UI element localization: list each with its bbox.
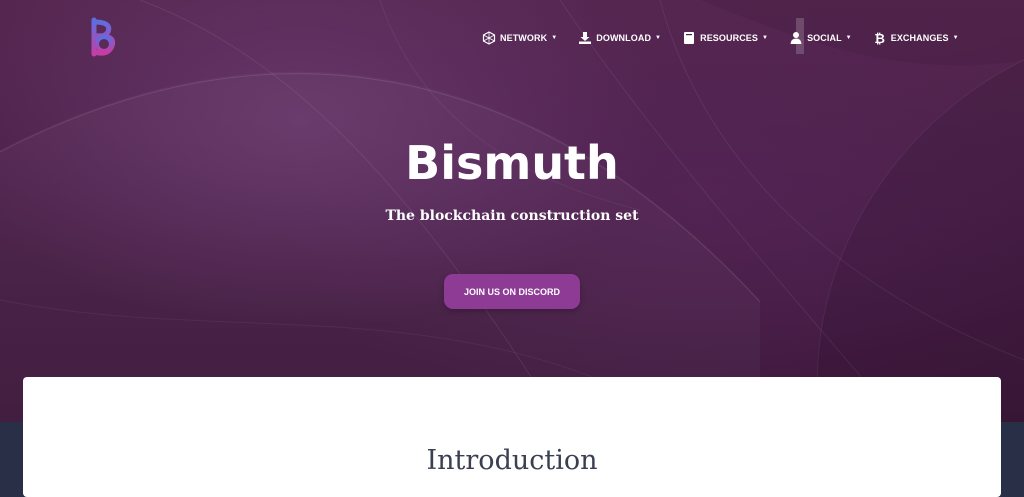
nav-download-label: DOWNLOAD [596, 33, 652, 43]
chevron-down-icon: ▼ [762, 35, 769, 41]
nav-social-label: SOCIAL [807, 33, 842, 43]
chevron-down-icon: ▼ [655, 35, 662, 41]
bismuth-logo-icon[interactable] [86, 16, 122, 60]
network-icon [482, 31, 496, 45]
hero-section: NETWORK ▼ DOWNLOAD ▼ RESOURCES ▼ SOCIAL … [0, 0, 1024, 422]
content-card: Introduction [23, 377, 1001, 497]
nav-network-label: NETWORK [500, 33, 548, 43]
book-icon [682, 31, 696, 45]
main-nav: NETWORK ▼ DOWNLOAD ▼ RESOURCES ▼ SOCIAL … [482, 28, 980, 48]
nav-exchanges-label: EXCHANGES [890, 33, 949, 43]
nav-social[interactable]: SOCIAL ▼ [789, 31, 852, 45]
download-icon [578, 31, 592, 45]
nav-resources[interactable]: RESOURCES ▼ [682, 31, 768, 45]
nav-resources-label: RESOURCES [700, 33, 759, 43]
hero-subtitle: The blockchain construction set [385, 208, 639, 224]
hero-title: Bismuth [405, 136, 619, 190]
section-heading-introduction: Introduction [426, 445, 598, 476]
chevron-down-icon: ▼ [952, 35, 959, 41]
join-discord-button[interactable]: JOIN US ON DISCORD [444, 274, 580, 309]
users-icon [789, 31, 803, 45]
chevron-down-icon: ▼ [845, 35, 852, 41]
nav-network[interactable]: NETWORK ▼ [482, 31, 557, 45]
nav-download[interactable]: DOWNLOAD ▼ [578, 31, 661, 45]
chevron-down-icon: ▼ [551, 35, 558, 41]
bitcoin-icon: ₿ [874, 30, 886, 46]
nav-exchanges[interactable]: ₿ EXCHANGES ▼ [873, 30, 959, 46]
